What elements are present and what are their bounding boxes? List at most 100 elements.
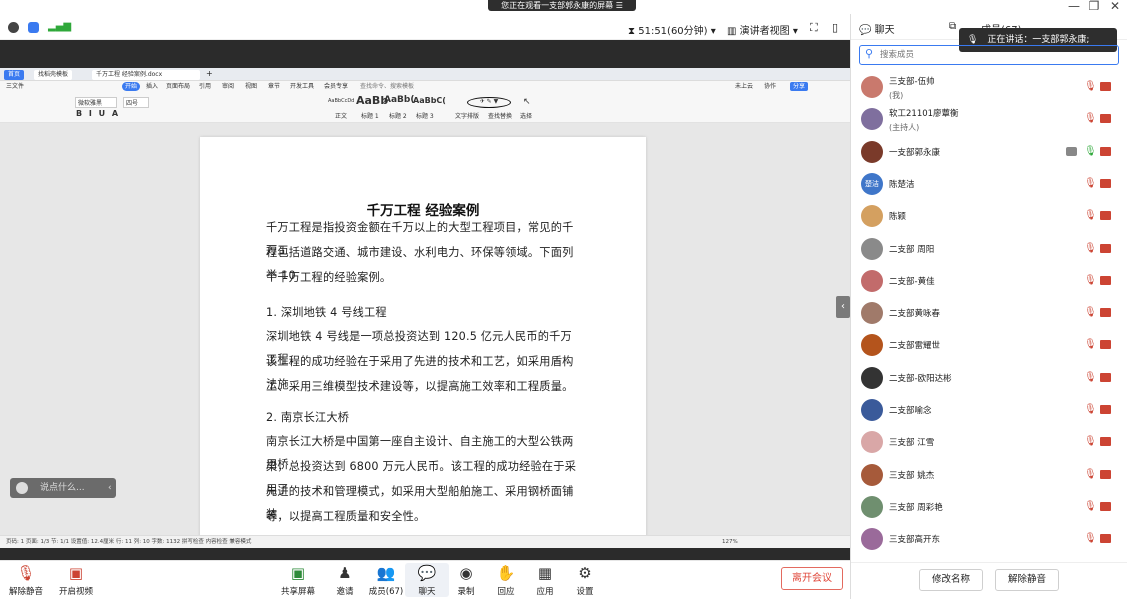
unmute-button[interactable]: 🎙 解除静音 xyxy=(4,563,48,597)
document-page[interactable]: 千万工程 经验案例 千万工程是指投资金额在千万以上的大型工程项目，常见的千万工 … xyxy=(200,137,646,535)
menu-icon[interactable]: ☰ xyxy=(616,1,623,10)
invite-button[interactable]: ♟ 邀请 xyxy=(323,563,367,597)
zoom-level[interactable]: 127% xyxy=(722,536,738,549)
style-h2-preview[interactable]: AaBb( xyxy=(384,95,414,105)
video-off-icon[interactable] xyxy=(1100,146,1111,156)
signal-icon[interactable]: ▂▄▆ xyxy=(48,21,71,32)
tab-document[interactable]: 千万工程 经验案例.docx xyxy=(92,70,200,80)
find-replace-button[interactable]: 查找替换 xyxy=(488,111,512,120)
mic-muted-icon[interactable]: 🎙 xyxy=(1084,113,1097,124)
mic-muted-icon[interactable]: 🎙 xyxy=(1084,210,1097,221)
member-row[interactable]: 楚洁 陈楚洁 🎙 xyxy=(851,169,1127,201)
mic-muted-icon[interactable]: 🎙 xyxy=(1084,275,1097,286)
mic-on-icon[interactable]: 🎙 xyxy=(1084,146,1097,157)
shield-icon[interactable] xyxy=(28,22,39,33)
member-row[interactable]: 陈颖 🎙 xyxy=(851,201,1127,233)
popout-icon[interactable]: ⧉ xyxy=(949,21,956,32)
menu-member[interactable]: 会员专享 xyxy=(324,81,348,93)
video-off-icon[interactable] xyxy=(1100,308,1111,318)
chat-tab[interactable]: 💬 聊天 xyxy=(859,21,895,36)
sidebar-toggle-icon[interactable]: ▯ xyxy=(832,21,838,34)
mic-muted-icon[interactable]: 🎙 xyxy=(1084,372,1097,383)
menu-view[interactable]: 视图 xyxy=(245,81,257,93)
member-row[interactable]: 二支部黄咏春 🎙 xyxy=(851,298,1127,330)
menu-collab[interactable]: 协作 xyxy=(764,81,776,93)
start-video-button[interactable]: ▣ 开启视频 xyxy=(54,563,98,597)
member-search-input[interactable]: ⚲ xyxy=(859,45,1119,65)
menu-dev-tools[interactable]: 开发工具 xyxy=(290,81,314,93)
leave-meeting-button[interactable]: 离开会议 xyxy=(781,567,843,590)
tab-template[interactable]: 找稻壳模板 xyxy=(34,70,73,80)
mic-muted-icon[interactable]: 🎙 xyxy=(1084,436,1097,447)
mic-muted-icon[interactable]: 🎙 xyxy=(1084,533,1097,544)
mic-muted-icon[interactable]: 🎙 xyxy=(1084,178,1097,189)
mic-muted-icon[interactable]: 🎙 xyxy=(1084,339,1097,350)
mic-muted-icon[interactable]: 🎙 xyxy=(1084,404,1097,415)
menu-insert[interactable]: 插入 xyxy=(146,81,158,93)
member-row[interactable]: 二支部雷耀世 🎙 xyxy=(851,330,1127,362)
members-button[interactable]: 👥 成员(67) xyxy=(364,563,408,597)
member-row[interactable]: 三支部 姚杰 🎙 xyxy=(851,460,1127,492)
collapse-panel-icon[interactable]: ‹ xyxy=(836,296,850,318)
member-row[interactable]: 二支部-黄佳 🎙 xyxy=(851,266,1127,298)
member-row[interactable]: 二支部 周阳 🎙 xyxy=(851,234,1127,266)
member-row[interactable]: 三支部 周彩艳 🎙 xyxy=(851,492,1127,524)
font-size-select[interactable]: 四号 xyxy=(123,97,150,108)
settings-button[interactable]: ⚙ 设置 xyxy=(563,563,607,597)
mic-muted-icon[interactable]: 🎙 xyxy=(1084,307,1097,318)
tab-home[interactable]: 首页 xyxy=(4,70,25,80)
menu-cloud[interactable]: 未上云 xyxy=(735,81,753,93)
member-search-field[interactable] xyxy=(880,48,1110,61)
apps-button[interactable]: ▦ 应用 xyxy=(523,563,567,597)
video-off-icon[interactable] xyxy=(1100,82,1111,91)
menu-start[interactable]: 开始 xyxy=(122,82,141,91)
new-tab-icon[interactable]: + xyxy=(206,69,213,78)
mic-muted-icon[interactable]: 🎙 xyxy=(1084,501,1097,512)
member-row[interactable]: 三支部高开东 🎙 xyxy=(851,524,1127,556)
chat-button[interactable]: 💬 聊天 xyxy=(405,563,449,597)
font-name-select[interactable]: 微软雅黑 xyxy=(75,97,118,108)
text-layout-button[interactable]: 文字排版 xyxy=(455,111,479,120)
video-off-icon[interactable] xyxy=(1100,340,1111,350)
video-off-icon[interactable] xyxy=(1100,437,1111,447)
fullscreen-icon[interactable]: ⛶ xyxy=(810,21,818,35)
menu-search[interactable]: 查找命令、搜索模板 xyxy=(360,81,414,93)
video-off-icon[interactable] xyxy=(1100,243,1111,253)
video-off-icon[interactable] xyxy=(1100,114,1111,124)
format-buttons[interactable]: B I U A xyxy=(76,109,120,118)
record-button[interactable]: ◉ 录制 xyxy=(444,563,488,597)
mic-muted-icon[interactable]: 🎙 xyxy=(1084,243,1097,254)
menu-layout[interactable]: 页面布局 xyxy=(166,81,190,93)
video-off-icon[interactable] xyxy=(1100,501,1111,511)
member-row[interactable]: 二支部-欧阳达彬 🎙 xyxy=(851,363,1127,395)
member-row[interactable]: 三支部 江雪 🎙 xyxy=(851,427,1127,459)
close-button[interactable]: ✕ xyxy=(1103,0,1127,14)
emoji-icon[interactable] xyxy=(16,482,28,494)
menu-file[interactable]: 三文件 xyxy=(6,81,24,93)
member-row[interactable]: 二支部喻念 🎙 xyxy=(851,395,1127,427)
reaction-button[interactable]: ✋ 回应 xyxy=(484,563,528,597)
chevron-left-icon[interactable]: ‹ xyxy=(108,478,112,498)
menu-review[interactable]: 审阅 xyxy=(222,81,234,93)
meeting-timer[interactable]: ⧗ 51:51(60分钟) ▾ xyxy=(628,22,716,37)
share-screen-button[interactable]: ▣ 共享屏幕 xyxy=(276,563,320,597)
menu-share[interactable]: 分享 xyxy=(790,82,809,91)
member-row[interactable]: 一支部郭永康 🎙 xyxy=(851,137,1127,169)
video-off-icon[interactable] xyxy=(1100,469,1111,479)
mic-muted-icon[interactable]: 🎙 xyxy=(1084,81,1097,92)
member-row[interactable]: 软工21101廖蕈衡 (主持人) 🎙 xyxy=(851,104,1127,136)
style-normal-preview[interactable]: AaBbCcDd xyxy=(328,98,354,104)
unmute-all-button[interactable]: 解除静音 xyxy=(995,569,1059,591)
menu-reference[interactable]: 引用 xyxy=(199,81,211,93)
info-icon[interactable] xyxy=(8,22,19,33)
video-off-icon[interactable] xyxy=(1100,405,1111,414)
menu-section[interactable]: 章节 xyxy=(268,81,280,93)
video-off-icon[interactable] xyxy=(1100,178,1111,188)
member-row[interactable]: 三支部-伍帅 (我) 🎙 xyxy=(851,72,1127,104)
rename-button[interactable]: 修改名称 xyxy=(919,569,983,591)
quick-chat-input[interactable]: 说点什么... ‹ xyxy=(10,478,116,498)
video-off-icon[interactable] xyxy=(1100,372,1111,382)
video-off-icon[interactable] xyxy=(1100,534,1111,544)
select-button[interactable]: 选择 xyxy=(520,111,532,120)
style-h3-preview[interactable]: AaBbC( xyxy=(413,96,446,105)
